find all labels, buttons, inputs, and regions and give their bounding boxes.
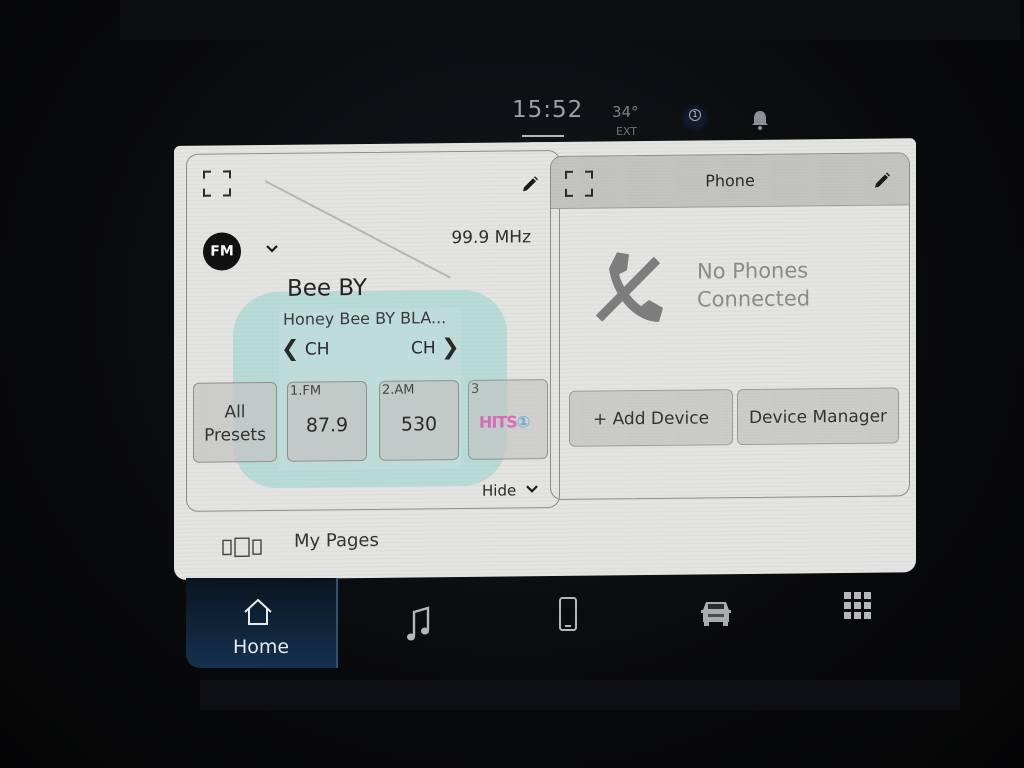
app-grid-icon[interactable] (838, 586, 878, 626)
phone-icon[interactable] (548, 596, 588, 636)
hide-label: Hide (482, 481, 517, 500)
no-phones-line2: Connected (697, 286, 811, 312)
temperature-label: EXT (616, 125, 638, 138)
home-icon (244, 598, 272, 625)
chevron-down-icon (526, 485, 538, 493)
phone-disconnected-icon (595, 252, 663, 322)
next-channel-button[interactable]: CH ❯ (411, 334, 460, 360)
antenna-graphic (264, 180, 451, 279)
my-pages-label: My Pages (294, 529, 379, 552)
station-name: Bee BY (287, 274, 367, 302)
bottom-nav: Home (186, 578, 926, 670)
device-manager-button[interactable]: Device Manager (737, 387, 899, 446)
driver-profile-number: 1 (689, 109, 701, 121)
preset-button-1[interactable]: 1.FM 87.9 (287, 380, 367, 462)
previous-channel-label: CH (304, 339, 330, 360)
edit-pencil-icon[interactable] (873, 171, 891, 189)
phone-card: Phone No Phones Connected + Add Device D… (550, 152, 910, 501)
preset-number: 3 (471, 381, 480, 397)
pages-icon (222, 537, 262, 558)
previous-channel-button[interactable]: ❮ CH (281, 335, 330, 362)
nav-home-label: Home (232, 636, 290, 658)
preset-number: 2.AM (382, 382, 415, 398)
chevron-right-icon: ❯ (441, 335, 460, 361)
edit-pencil-icon[interactable] (521, 175, 539, 193)
outside-temperature: 34° (612, 103, 639, 121)
status-bar: 15:52 34° EXT 1 (500, 95, 800, 145)
band-badge[interactable]: FM (203, 232, 241, 271)
station-logo: HITS① (479, 412, 530, 432)
all-presets-button[interactable]: All Presets (193, 381, 277, 463)
bell-icon[interactable] (750, 109, 770, 131)
driver-profile-button[interactable]: 1 (680, 103, 710, 133)
chevron-down-icon[interactable] (265, 242, 279, 256)
all-presets-line1: All (224, 402, 246, 423)
hide-presets-button[interactable]: Hide (482, 481, 539, 500)
radio-card: FM 99.9 MHz Bee BY Honey Bee BY BLA... ❮… (186, 149, 560, 512)
all-presets-label: All Presets (194, 401, 276, 448)
preset-number: 1.FM (290, 383, 322, 399)
next-channel-label: CH (411, 338, 436, 359)
phone-card-title: Phone (705, 170, 755, 191)
nav-home[interactable]: Home (186, 578, 338, 668)
preset-frequency: 530 (400, 413, 438, 436)
clock[interactable]: 15:52 (512, 97, 583, 123)
song-title: Honey Bee BY BLA... (283, 308, 447, 329)
all-presets-line2: Presets (204, 425, 266, 446)
phone-card-header: Phone (551, 153, 909, 210)
music-note-icon[interactable] (400, 604, 440, 644)
no-phones-message: No Phones Connected (697, 256, 810, 313)
preset-frequency: 87.9 (305, 414, 349, 437)
no-phones-line1: No Phones (697, 258, 809, 284)
bezel-bottom (200, 680, 960, 710)
chevron-left-icon: ❮ (281, 336, 300, 362)
frequency-readout: 99.9 MHz (451, 227, 531, 249)
preset-button-3[interactable]: 3 HITS① (468, 379, 548, 460)
clock-underline (522, 135, 564, 137)
add-device-button[interactable]: + Add Device (569, 389, 733, 447)
bezel-top (120, 0, 1020, 40)
main-screen: FM 99.9 MHz Bee BY Honey Bee BY BLA... ❮… (174, 138, 916, 581)
preset-button-2[interactable]: 2.AM 530 (379, 380, 459, 461)
vehicle-icon[interactable] (696, 592, 736, 632)
expand-icon[interactable] (203, 170, 231, 197)
